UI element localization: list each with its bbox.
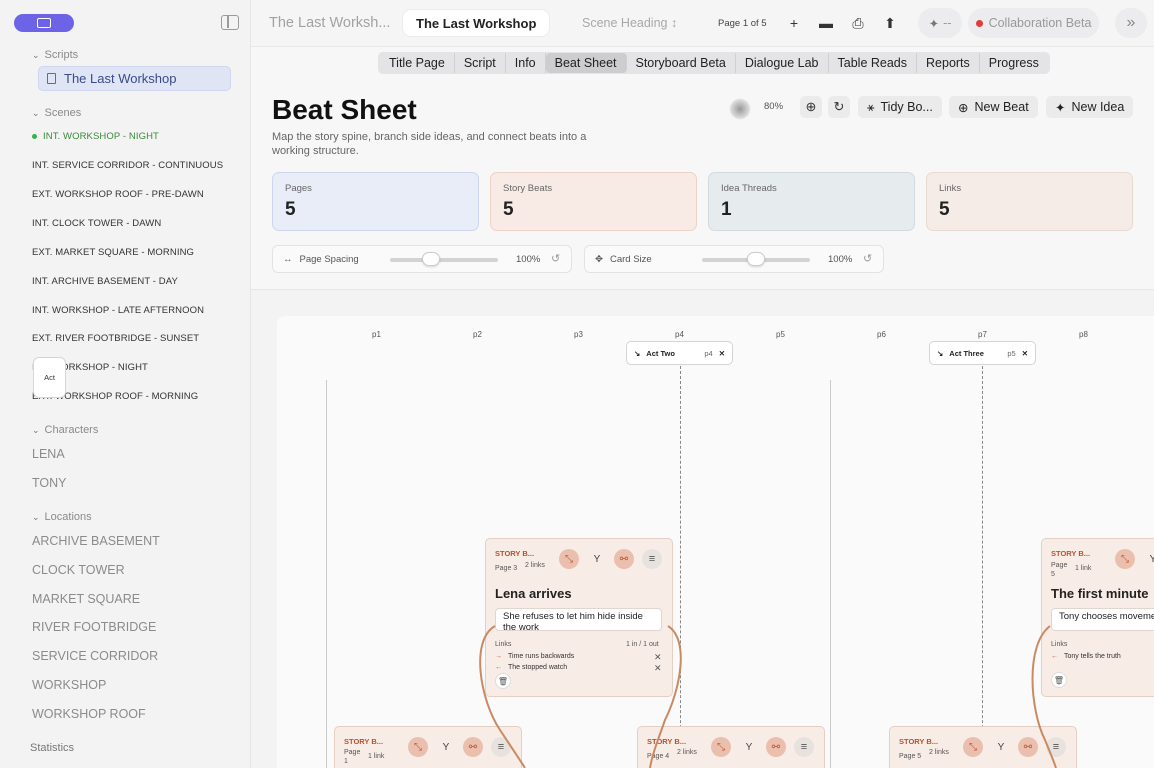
app-window: ⌄ Scripts The Last Workshop ⌄ Scenes INT. … xyxy=(0,0,1154,768)
beat-link-curves xyxy=(479,625,1057,768)
link-curve xyxy=(479,625,526,768)
link-curve xyxy=(649,625,682,768)
link-curve xyxy=(1031,625,1057,768)
